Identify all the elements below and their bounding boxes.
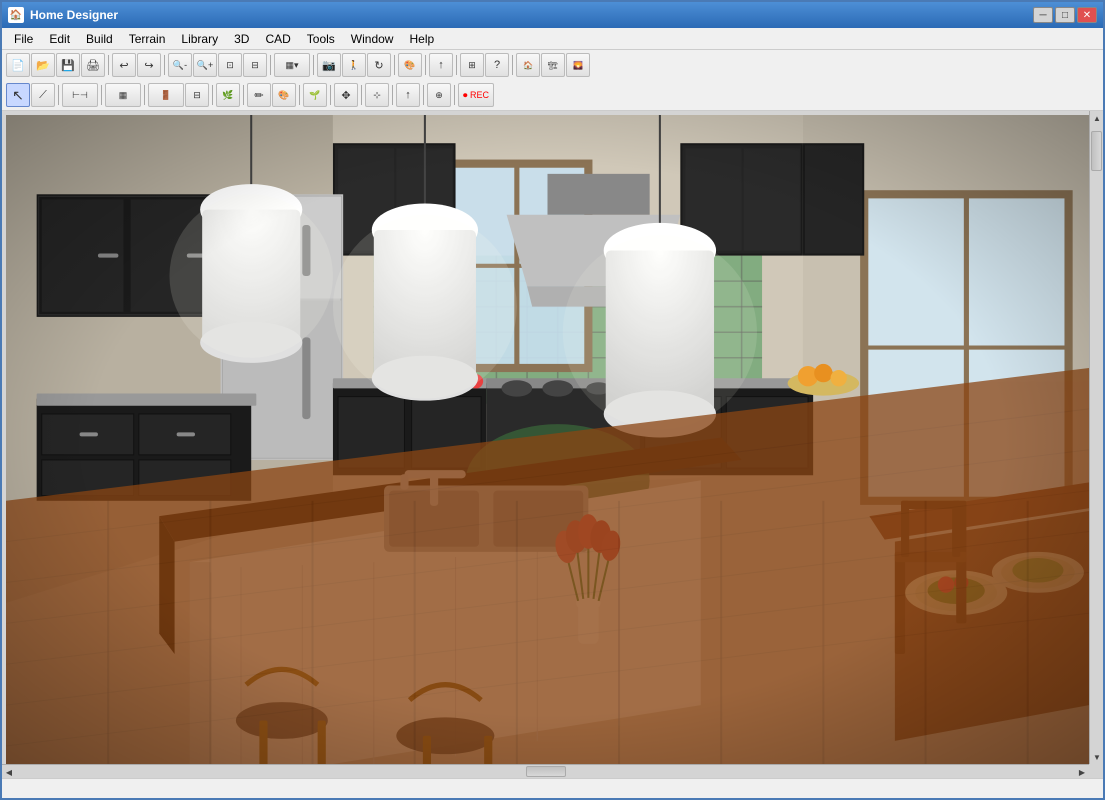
- status-bar: [2, 778, 1103, 798]
- sep5: [394, 55, 395, 75]
- walk-button[interactable]: 🚶: [342, 53, 366, 77]
- draw-tool[interactable]: ⟋: [31, 83, 55, 107]
- sep17: [392, 85, 393, 105]
- menu-window[interactable]: Window: [343, 28, 402, 49]
- help-button[interactable]: ?: [485, 53, 509, 77]
- sep3: [270, 55, 271, 75]
- window-title: Home Designer: [30, 8, 1033, 22]
- menu-file[interactable]: File: [6, 28, 41, 49]
- transform-tool[interactable]: ⊹: [365, 83, 389, 107]
- pencil-tool[interactable]: ✏: [247, 83, 271, 107]
- sep9: [58, 85, 59, 105]
- window-controls: ─ □ ✕: [1033, 7, 1097, 23]
- maximize-button[interactable]: □: [1055, 7, 1075, 23]
- menu-tools[interactable]: Tools: [299, 28, 343, 49]
- view2d-button[interactable]: ⊞: [460, 53, 484, 77]
- sep10: [101, 85, 102, 105]
- record-button[interactable]: ⏺ REC: [458, 83, 494, 107]
- terrain-tool[interactable]: 🌿: [216, 83, 240, 107]
- render-button[interactable]: 🌄: [566, 53, 590, 77]
- zoom-select-button[interactable]: ⊟: [243, 53, 267, 77]
- zoom-out-button[interactable]: 🔍-: [168, 53, 192, 77]
- select-tool[interactable]: ↖: [6, 83, 30, 107]
- sep16: [361, 85, 362, 105]
- print-button[interactable]: 🖨: [81, 53, 105, 77]
- sep12: [212, 85, 213, 105]
- door-tool[interactable]: 🚪: [148, 83, 184, 107]
- dimension-tool[interactable]: ⊢⊣: [62, 83, 98, 107]
- title-bar: 🏠 Home Designer ─ □ ✕: [2, 2, 1103, 28]
- zoom-in-button[interactable]: 🔍+: [193, 53, 217, 77]
- arrow-tool[interactable]: ↑: [396, 83, 420, 107]
- stairs-tool[interactable]: ⊟: [185, 83, 209, 107]
- close-button[interactable]: ✕: [1077, 7, 1097, 23]
- scroll-thumb-horizontal[interactable]: [526, 766, 566, 777]
- plant-tool[interactable]: 🌱: [303, 83, 327, 107]
- floor-selector[interactable]: ▦▾: [274, 53, 310, 77]
- zoom-fit-button[interactable]: ⊡: [218, 53, 242, 77]
- app-icon: 🏠: [8, 7, 24, 23]
- save-button[interactable]: 💾: [56, 53, 80, 77]
- scroll-thumb-vertical[interactable]: [1091, 131, 1102, 171]
- kitchen-scene: [6, 115, 1089, 764]
- sep7: [456, 55, 457, 75]
- scroll-down-arrow[interactable]: ▼: [1090, 750, 1103, 764]
- sep6: [425, 55, 426, 75]
- sep11: [144, 85, 145, 105]
- menu-3d[interactable]: 3D: [226, 28, 257, 49]
- arrow-up-button[interactable]: ↑: [429, 53, 453, 77]
- sep18: [423, 85, 424, 105]
- toolbar1: 📄 📂 💾 🖨 ↩ ↪ 🔍- 🔍+ ⊡ ⊟ ▦▾ 📷 🚶 ↻ 🎨 ↑ ⊞ ?: [2, 50, 1103, 80]
- canvas-area: ▲ ▼ ◀ ▶: [2, 111, 1103, 778]
- menu-help[interactable]: Help: [401, 28, 442, 49]
- wall-tool[interactable]: ▦: [105, 83, 141, 107]
- new-button[interactable]: 📄: [6, 53, 30, 77]
- scrollbar-vertical[interactable]: ▲ ▼: [1089, 111, 1103, 764]
- elevation-button[interactable]: 🏗: [541, 53, 565, 77]
- pointer-tool[interactable]: ⊕: [427, 83, 451, 107]
- menu-cad[interactable]: CAD: [257, 28, 298, 49]
- sep1: [108, 55, 109, 75]
- sep4: [313, 55, 314, 75]
- sep13: [243, 85, 244, 105]
- material-button[interactable]: 🎨: [398, 53, 422, 77]
- move-tool[interactable]: ✥: [334, 83, 358, 107]
- minimize-button[interactable]: ─: [1033, 7, 1053, 23]
- sep19: [454, 85, 455, 105]
- canvas-inner[interactable]: [6, 115, 1089, 764]
- main-window: 🏠 Home Designer ─ □ ✕ File Edit Build Te…: [0, 0, 1105, 800]
- menu-edit[interactable]: Edit: [41, 28, 78, 49]
- menu-build[interactable]: Build: [78, 28, 121, 49]
- menu-bar: File Edit Build Terrain Library 3D CAD T…: [2, 28, 1103, 50]
- toolbar2: ↖ ⟋ ⊢⊣ ▦ 🚪 ⊟ 🌿 ✏ 🎨 🌱 ✥ ⊹ ↑ ⊕ ⏺ REC: [2, 80, 1103, 110]
- sep8: [512, 55, 513, 75]
- color-tool[interactable]: 🎨: [272, 83, 296, 107]
- scroll-up-arrow[interactable]: ▲: [1090, 111, 1103, 125]
- sep15: [330, 85, 331, 105]
- camera-button[interactable]: 📷: [317, 53, 341, 77]
- scroll-right-arrow[interactable]: ▶: [1075, 765, 1089, 778]
- scroll-left-arrow[interactable]: ◀: [2, 765, 16, 778]
- orbit-button[interactable]: ↻: [367, 53, 391, 77]
- undo-button[interactable]: ↩: [112, 53, 136, 77]
- sep14: [299, 85, 300, 105]
- scrollbar-horizontal[interactable]: ◀ ▶: [2, 764, 1089, 778]
- sep2: [164, 55, 165, 75]
- redo-button[interactable]: ↪: [137, 53, 161, 77]
- menu-terrain[interactable]: Terrain: [121, 28, 174, 49]
- open-button[interactable]: 📂: [31, 53, 55, 77]
- menu-library[interactable]: Library: [173, 28, 226, 49]
- plan-button[interactable]: 🏠: [516, 53, 540, 77]
- toolbar1-container: 📄 📂 💾 🖨 ↩ ↪ 🔍- 🔍+ ⊡ ⊟ ▦▾ 📷 🚶 ↻ 🎨 ↑ ⊞ ?: [2, 50, 1103, 111]
